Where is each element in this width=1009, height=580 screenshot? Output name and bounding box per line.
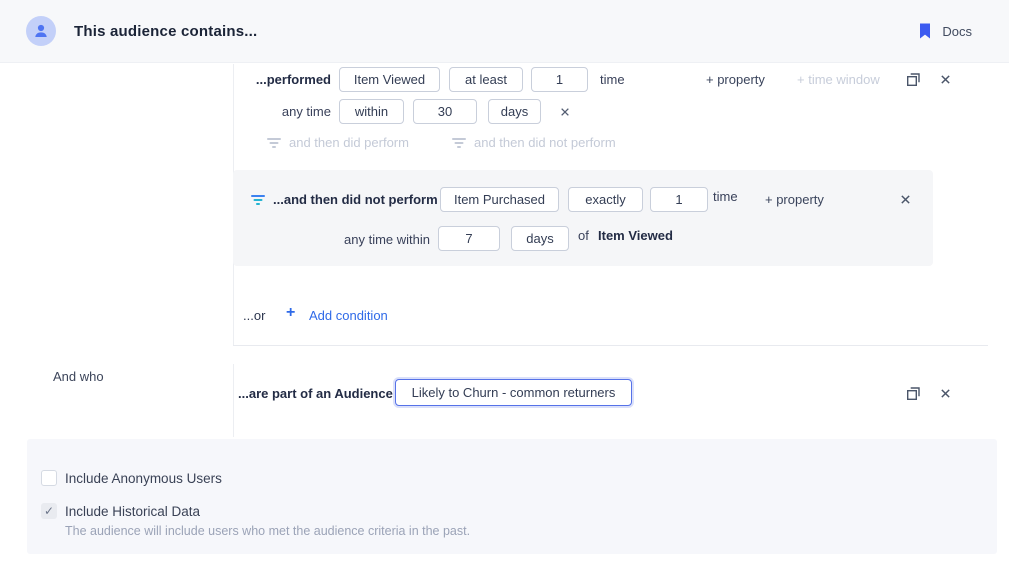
add-property-button[interactable]: + property xyxy=(706,72,765,87)
frequency-unit-label: time xyxy=(713,189,738,204)
sequence-option-label: and then did not perform xyxy=(474,135,616,150)
add-condition-button[interactable]: Add condition xyxy=(309,308,388,323)
remove-time-filter-button[interactable] xyxy=(558,105,571,118)
remove-condition-button[interactable] xyxy=(938,72,952,86)
range-unit-select[interactable]: days xyxy=(511,226,569,251)
sequence-option-label: and then did perform xyxy=(289,135,409,150)
frequency-operator-select[interactable]: at least xyxy=(449,67,523,92)
range-value-input[interactable] xyxy=(413,99,477,124)
user-icon xyxy=(33,23,49,39)
header: This audience contains... Docs xyxy=(0,0,1009,63)
audience-builder-page: This audience contains... Docs ...perfor… xyxy=(0,0,1009,580)
historical-data-checkbox[interactable]: ✓ xyxy=(41,503,57,519)
filter-icon xyxy=(267,137,281,149)
performed-label: ...performed xyxy=(233,72,331,87)
sequence-condition-card xyxy=(233,170,933,266)
filter-icon xyxy=(251,194,265,206)
section-divider xyxy=(233,345,988,346)
range-value-input[interactable] xyxy=(438,226,500,251)
of-label: of xyxy=(578,228,589,243)
audience-group-border xyxy=(233,364,234,437)
filter-icon xyxy=(452,137,466,149)
frequency-unit-label: time xyxy=(600,72,625,87)
historical-data-description: The audience will include users who met … xyxy=(65,524,470,538)
frequency-value-input[interactable] xyxy=(650,187,708,212)
range-operator-select[interactable]: within xyxy=(339,99,404,124)
plus-icon: + xyxy=(286,304,295,322)
sequence-option-did-not-perform[interactable]: and then did not perform xyxy=(452,135,616,150)
close-icon xyxy=(940,74,951,85)
any-time-within-label: any time within xyxy=(290,232,430,247)
remove-condition-button[interactable] xyxy=(898,192,912,206)
docs-link[interactable]: Docs xyxy=(919,0,972,62)
and-who-label: And who xyxy=(53,369,104,384)
close-icon xyxy=(560,107,570,117)
add-time-window-button[interactable]: + time window xyxy=(797,72,880,87)
event-select[interactable]: Item Viewed xyxy=(339,67,440,92)
options-panel: Include Anonymous Users ✓ Include Histor… xyxy=(27,439,997,554)
anonymous-users-label[interactable]: Include Anonymous Users xyxy=(65,471,222,486)
part-of-audience-label: ...are part of an Audience xyxy=(238,386,393,401)
or-label: ...or xyxy=(243,308,265,323)
frequency-operator-select[interactable]: exactly xyxy=(568,187,643,212)
remove-condition-button[interactable] xyxy=(938,386,952,400)
docs-label: Docs xyxy=(942,24,972,39)
anonymous-users-checkbox[interactable] xyxy=(41,470,57,486)
bookmark-icon xyxy=(919,23,931,39)
avatar xyxy=(26,16,56,46)
range-unit-select[interactable]: days xyxy=(488,99,541,124)
copy-icon xyxy=(906,386,921,401)
close-icon xyxy=(940,388,951,399)
audience-select-input[interactable] xyxy=(395,379,632,406)
did-not-perform-label: ...and then did not perform xyxy=(273,192,438,207)
historical-data-label[interactable]: Include Historical Data xyxy=(65,504,200,519)
any-time-label: any time xyxy=(233,104,331,119)
copy-icon xyxy=(906,72,921,87)
page-title: This audience contains... xyxy=(74,0,257,62)
close-icon xyxy=(900,194,911,205)
reference-event-label: Item Viewed xyxy=(598,228,673,243)
event-select[interactable]: Item Purchased xyxy=(440,187,559,212)
sequence-option-did-perform[interactable]: and then did perform xyxy=(267,135,409,150)
frequency-value-input[interactable] xyxy=(531,67,588,92)
duplicate-condition-button[interactable] xyxy=(905,385,921,401)
duplicate-condition-button[interactable] xyxy=(905,71,921,87)
add-property-button[interactable]: + property xyxy=(765,192,824,207)
